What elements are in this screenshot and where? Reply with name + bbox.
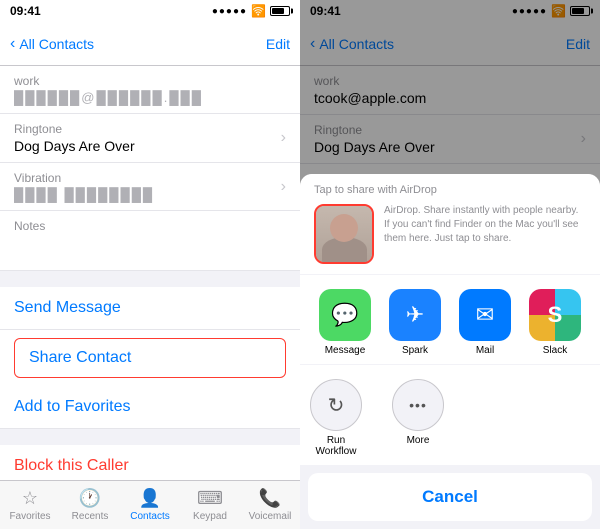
left-fields-group: work ██████@██████.███ Ringtone Dog Days… <box>0 66 300 271</box>
left-send-message-wrapper: Send Message <box>0 287 300 330</box>
share-cancel-button[interactable]: Cancel <box>308 473 592 521</box>
left-back-chevron-icon: ‹ <box>10 35 15 53</box>
left-send-message-button[interactable]: Send Message <box>0 287 300 330</box>
left-content: work ██████@██████.███ Ringtone Dog Days… <box>0 66 300 480</box>
left-battery-icon <box>270 6 290 16</box>
slack-icon-symbol: S <box>548 302 563 328</box>
left-tab-favorites-label: Favorites <box>9 511 50 522</box>
message-app-label: Message <box>325 345 366 356</box>
left-status-icons: ●●●●● 🛜 <box>212 4 290 18</box>
left-tab-contacts-icon: 👤 <box>139 488 161 509</box>
left-tab-recents[interactable]: 🕐 Recents <box>60 488 120 522</box>
left-tab-voicemail[interactable]: 📞 Voicemail <box>240 488 300 522</box>
left-ringtone-value: Dog Days Are Over <box>14 138 135 154</box>
left-work-field: work ██████@██████.███ <box>0 66 300 114</box>
left-notes-label: Notes <box>14 219 286 233</box>
slack-app-icon: S <box>529 289 581 341</box>
share-sheet: Tap to share with AirDrop AirDrop. Share… <box>300 174 600 529</box>
slack-app-label: Slack <box>543 345 567 356</box>
left-tab-recents-label: Recents <box>72 511 109 522</box>
left-back-button[interactable]: ‹ All Contacts <box>10 35 94 53</box>
left-vibration-label: Vibration <box>14 171 154 185</box>
spark-icon-symbol: ✈ <box>406 302 424 328</box>
airdrop-avatar[interactable] <box>314 204 374 264</box>
share-apps-row: 💬 Message ✈ Spark ✉ Mail <box>300 275 600 364</box>
workflow-circle-icon: ↻ <box>310 379 362 431</box>
share-mail-button[interactable]: ✉ Mail <box>459 289 511 356</box>
left-tab-recents-icon: 🕐 <box>79 488 101 509</box>
more-circle-icon: ••• <box>392 379 444 431</box>
message-app-icon: 💬 <box>319 289 371 341</box>
mail-app-label: Mail <box>476 345 494 356</box>
left-add-favorites-wrapper: Add to Favorites <box>0 386 300 429</box>
left-tab-contacts-label: Contacts <box>130 511 169 522</box>
mail-icon-symbol: ✉ <box>476 302 494 328</box>
left-tab-keypad-label: Keypad <box>193 511 227 522</box>
spark-app-label: Spark <box>402 345 428 356</box>
share-more-button[interactable]: ••• More <box>392 379 444 457</box>
avatar-head <box>330 214 358 242</box>
left-vibration-field[interactable]: Vibration ████ ████████ › <box>0 163 300 211</box>
left-block-caller-button[interactable]: Block this Caller <box>0 445 300 480</box>
workflow-label: RunWorkflow <box>316 435 357 457</box>
left-work-value: ██████@██████.███ <box>14 90 286 105</box>
left-tab-voicemail-label: Voicemail <box>249 511 292 522</box>
left-tab-bar: ☆ Favorites 🕐 Recents 👤 Contacts ⌨ Keypa… <box>0 480 300 529</box>
left-notes-field: Notes <box>0 211 300 271</box>
left-time: 09:41 <box>10 4 41 18</box>
airdrop-avatar-row: AirDrop. Share instantly with people nea… <box>314 204 586 264</box>
airdrop-label: Tap to share with AirDrop <box>314 184 586 196</box>
left-vibration-value: ████ ████████ <box>14 187 154 202</box>
left-tab-contacts[interactable]: 👤 Contacts <box>120 488 180 522</box>
left-back-label: All Contacts <box>19 36 94 52</box>
left-panel: 09:41 ●●●●● 🛜 ‹ All Contacts Edit work █… <box>0 0 300 529</box>
mail-app-icon: ✉ <box>459 289 511 341</box>
share-message-button[interactable]: 💬 Message <box>319 289 371 356</box>
left-edit-button[interactable]: Edit <box>266 36 290 52</box>
message-icon-symbol: 💬 <box>331 302 358 328</box>
left-status-bar: 09:41 ●●●●● 🛜 <box>0 0 300 22</box>
left-signal-icon: ●●●●● <box>212 6 247 17</box>
left-share-contact-wrapper: Share Contact <box>0 330 300 386</box>
left-tab-keypad[interactable]: ⌨ Keypad <box>180 488 240 522</box>
airdrop-desc-text: AirDrop. Share instantly with people nea… <box>384 204 586 264</box>
left-nav-bar: ‹ All Contacts Edit <box>0 22 300 66</box>
left-work-label: work <box>14 74 286 88</box>
share-workflow-button[interactable]: ↻ RunWorkflow <box>310 379 362 457</box>
right-panel: 09:41 ●●●●● 🛜 ‹ All Contacts Edit work t… <box>300 0 600 529</box>
avatar-face <box>316 206 372 262</box>
left-tab-favorites[interactable]: ☆ Favorites <box>0 488 60 522</box>
share-actions-row: ↻ RunWorkflow ••• More <box>300 365 600 465</box>
left-ringtone-field[interactable]: Ringtone Dog Days Are Over › <box>0 114 300 163</box>
left-block-caller-wrapper: Block this Caller <box>0 445 300 480</box>
left-tab-favorites-icon: ☆ <box>22 488 38 509</box>
left-add-favorites-button[interactable]: Add to Favorites <box>0 386 300 429</box>
left-share-contact-button[interactable]: Share Contact <box>14 338 286 378</box>
spark-app-icon: ✈ <box>389 289 441 341</box>
left-ringtone-label: Ringtone <box>14 122 135 136</box>
share-slack-button[interactable]: S Slack <box>529 289 581 356</box>
left-vibration-arrow-icon: › <box>281 178 286 196</box>
more-label: More <box>407 435 430 446</box>
left-tab-voicemail-icon: 📞 <box>259 488 281 509</box>
left-ringtone-arrow-icon: › <box>281 129 286 147</box>
airdrop-section: Tap to share with AirDrop AirDrop. Share… <box>300 174 600 274</box>
left-tab-keypad-icon: ⌨ <box>197 488 223 509</box>
share-overlay[interactable]: Tap to share with AirDrop AirDrop. Share… <box>300 0 600 529</box>
share-spark-button[interactable]: ✈ Spark <box>389 289 441 356</box>
left-wifi-icon: 🛜 <box>251 4 266 18</box>
